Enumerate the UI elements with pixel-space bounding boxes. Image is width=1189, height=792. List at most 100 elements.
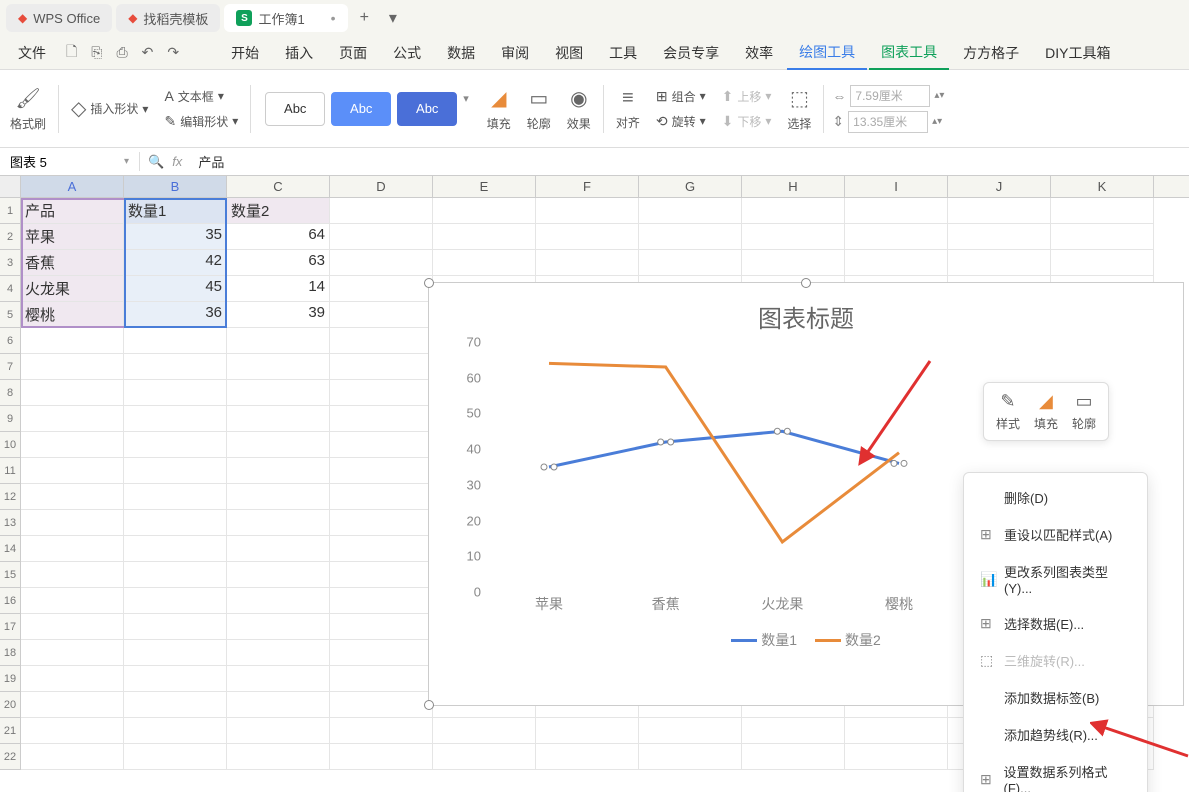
- cell[interactable]: [948, 250, 1051, 276]
- height-input[interactable]: [848, 111, 928, 133]
- menu-view[interactable]: 视图: [543, 37, 595, 69]
- cell[interactable]: [845, 718, 948, 744]
- menu-efficiency[interactable]: 效率: [733, 37, 785, 69]
- cell[interactable]: [330, 718, 433, 744]
- cell[interactable]: [124, 718, 227, 744]
- cell[interactable]: [1051, 198, 1154, 224]
- menu-file[interactable]: 文件: [6, 37, 58, 69]
- cell[interactable]: [227, 354, 330, 380]
- cell[interactable]: [330, 536, 433, 562]
- cell[interactable]: [124, 588, 227, 614]
- undo-icon[interactable]: ↶: [136, 40, 160, 65]
- cell[interactable]: [21, 328, 124, 354]
- tab-wps-office[interactable]: ◆WPS Office: [6, 4, 112, 32]
- cell[interactable]: [124, 536, 227, 562]
- cell[interactable]: [330, 406, 433, 432]
- cell[interactable]: [21, 458, 124, 484]
- cell[interactable]: [21, 536, 124, 562]
- cell[interactable]: 14: [227, 276, 330, 302]
- cell[interactable]: [845, 250, 948, 276]
- cell[interactable]: [330, 744, 433, 770]
- menu-page[interactable]: 页面: [327, 37, 379, 69]
- cell[interactable]: [330, 250, 433, 276]
- cell[interactable]: [227, 666, 330, 692]
- resize-handle[interactable]: [424, 278, 434, 288]
- cell[interactable]: [124, 354, 227, 380]
- zoom-icon[interactable]: 🔍: [148, 154, 164, 170]
- style-more[interactable]: ▾: [463, 92, 469, 126]
- edit-shape-button[interactable]: ✎编辑形状 ▾: [160, 111, 242, 132]
- insert-shape-button[interactable]: ◇插入形状 ▾: [67, 92, 152, 125]
- name-box[interactable]: 图表 5▾: [0, 152, 140, 171]
- cell[interactable]: 数量1: [124, 198, 227, 224]
- cell[interactable]: [330, 276, 433, 302]
- cell[interactable]: [433, 744, 536, 770]
- cell[interactable]: [330, 302, 433, 328]
- cell[interactable]: [330, 432, 433, 458]
- save-icon[interactable]: 🗋: [60, 37, 83, 69]
- cell[interactable]: 42: [124, 250, 227, 276]
- cell[interactable]: [21, 406, 124, 432]
- width-input[interactable]: [850, 85, 930, 107]
- cell[interactable]: [21, 484, 124, 510]
- select-button[interactable]: ⬚选择: [783, 82, 815, 136]
- chart-plot-area[interactable]: 010203040506070 苹果香蕉火龙果樱桃: [459, 342, 959, 612]
- cell[interactable]: [124, 406, 227, 432]
- cell[interactable]: 苹果: [21, 224, 124, 250]
- cell[interactable]: [330, 588, 433, 614]
- cell[interactable]: [742, 718, 845, 744]
- cell[interactable]: 64: [227, 224, 330, 250]
- cell[interactable]: [124, 510, 227, 536]
- cell[interactable]: [227, 432, 330, 458]
- cell[interactable]: [433, 198, 536, 224]
- cell[interactable]: [21, 562, 124, 588]
- cell[interactable]: [330, 666, 433, 692]
- ctx-delete[interactable]: 删除(D): [964, 479, 1147, 516]
- cell[interactable]: [124, 328, 227, 354]
- cell[interactable]: [21, 380, 124, 406]
- menu-tools[interactable]: 工具: [597, 37, 649, 69]
- cell[interactable]: [124, 692, 227, 718]
- cell[interactable]: [227, 744, 330, 770]
- menu-draw-tools[interactable]: 绘图工具: [787, 36, 867, 70]
- cell[interactable]: [227, 640, 330, 666]
- formula-input[interactable]: 产品: [190, 152, 1189, 171]
- cell[interactable]: [639, 718, 742, 744]
- cell[interactable]: [124, 640, 227, 666]
- menu-start[interactable]: 开始: [219, 37, 271, 69]
- tab-template[interactable]: ◆找稻壳模板: [116, 4, 220, 32]
- cell[interactable]: [330, 614, 433, 640]
- cell[interactable]: [639, 198, 742, 224]
- cell[interactable]: [124, 614, 227, 640]
- style-abc-2[interactable]: Abc: [331, 92, 391, 126]
- cell[interactable]: [330, 484, 433, 510]
- menu-review[interactable]: 审阅: [489, 37, 541, 69]
- cell[interactable]: [21, 614, 124, 640]
- cell[interactable]: [21, 354, 124, 380]
- cell[interactable]: [227, 588, 330, 614]
- cell[interactable]: [433, 250, 536, 276]
- cell[interactable]: [21, 744, 124, 770]
- cell[interactable]: [536, 250, 639, 276]
- redo-icon[interactable]: ↷: [161, 40, 185, 65]
- cell[interactable]: 樱桃: [21, 302, 124, 328]
- fx-icon[interactable]: fx: [172, 154, 182, 170]
- cell[interactable]: [639, 744, 742, 770]
- cell[interactable]: [330, 458, 433, 484]
- tab-workbook[interactable]: S工作簿1•: [224, 4, 347, 32]
- outline-button[interactable]: ▭轮廓: [523, 82, 555, 136]
- tab-icon[interactable]: ⎘: [85, 40, 108, 65]
- cell[interactable]: [21, 640, 124, 666]
- cell[interactable]: [227, 510, 330, 536]
- combine-button[interactable]: ⊞组合 ▾: [652, 86, 710, 107]
- menu-member[interactable]: 会员专享: [651, 37, 731, 69]
- align-button[interactable]: ≡对齐: [612, 83, 644, 135]
- cell[interactable]: 39: [227, 302, 330, 328]
- cell[interactable]: 数量2: [227, 198, 330, 224]
- menu-diy[interactable]: DIY工具箱: [1033, 37, 1122, 69]
- cell[interactable]: [330, 640, 433, 666]
- close-icon[interactable]: •: [331, 10, 336, 26]
- cell[interactable]: [639, 250, 742, 276]
- text-box-button[interactable]: A文本框 ▾: [160, 86, 242, 107]
- cell[interactable]: [124, 380, 227, 406]
